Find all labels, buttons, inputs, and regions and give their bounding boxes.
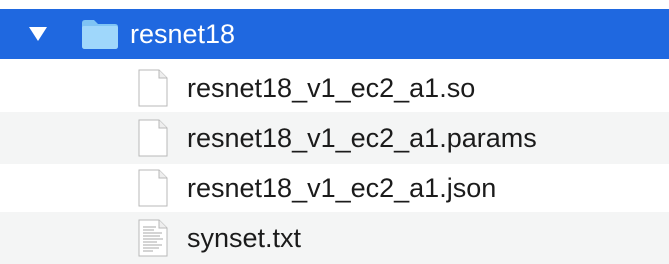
file-row[interactable]: synset.txt	[0, 212, 669, 264]
blank-document-icon	[138, 169, 168, 207]
file-row[interactable]: resnet18_v1_ec2_a1.params	[0, 112, 669, 164]
blank-document-icon	[138, 119, 168, 157]
folder-row-resnet18[interactable]: resnet18	[0, 9, 669, 59]
file-name: resnet18_v1_ec2_a1.so	[187, 73, 476, 103]
blank-document-icon	[138, 69, 168, 107]
file-list: resnet18 resnet18_v1_ec2_a1.so resnet18_…	[0, 0, 669, 264]
file-name: resnet18_v1_ec2_a1.params	[187, 123, 537, 153]
text-document-icon	[138, 219, 168, 257]
folder-name: resnet18	[130, 19, 236, 49]
file-row[interactable]: resnet18_v1_ec2_a1.so	[0, 62, 669, 114]
file-name: synset.txt	[187, 223, 302, 253]
disclosure-triangle-icon[interactable]	[27, 25, 49, 43]
folder-icon	[80, 18, 120, 50]
file-row[interactable]: resnet18_v1_ec2_a1.json	[0, 162, 669, 214]
file-name: resnet18_v1_ec2_a1.json	[187, 173, 497, 203]
